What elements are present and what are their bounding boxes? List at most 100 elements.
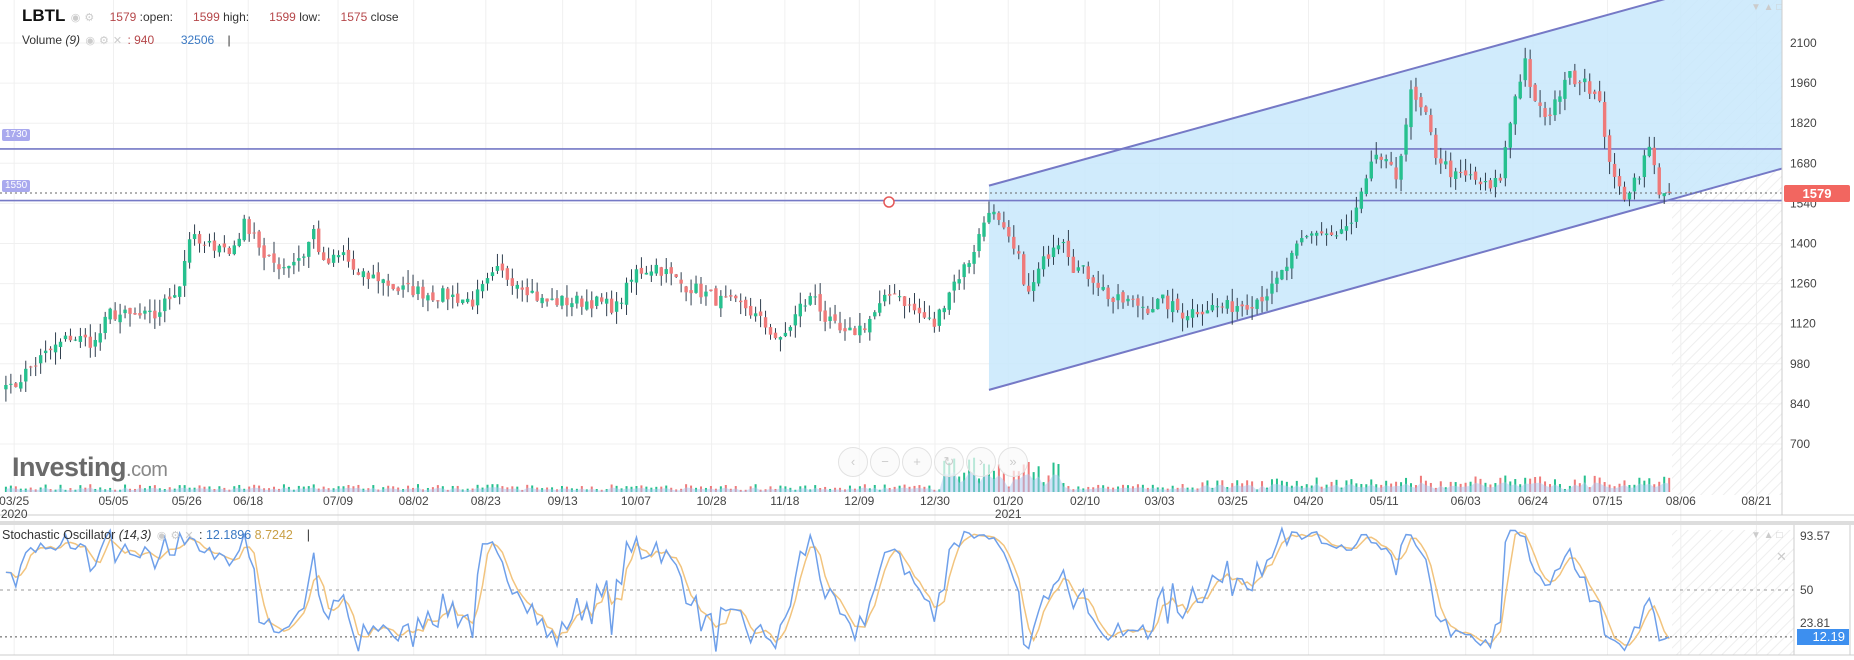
candle-body (376, 272, 380, 282)
candle-body (168, 296, 172, 300)
candle-body (108, 308, 112, 320)
panel-controls[interactable]: ▼ ▲ □ (1751, 2, 1782, 13)
zoom-in-button[interactable]: + (902, 447, 932, 477)
candle-body (1503, 147, 1508, 179)
candle-body (1086, 266, 1090, 280)
candle-body (1483, 181, 1488, 183)
level-badge-1730[interactable]: 1730 (2, 129, 31, 141)
candle-body (282, 267, 286, 269)
candle-body (629, 279, 634, 282)
candle-body (1151, 309, 1155, 313)
candle-body (689, 290, 693, 294)
go-latest-button[interactable]: » (998, 447, 1028, 477)
candle-body (649, 271, 654, 276)
gear-icon[interactable]: ⚙ (170, 530, 180, 542)
candle-body (1126, 298, 1130, 302)
candle-body (555, 298, 559, 306)
candle-body (1449, 160, 1453, 178)
candle-body (1026, 285, 1031, 292)
candle-body (421, 286, 425, 299)
candle-body (326, 258, 331, 264)
candle-body (207, 240, 212, 243)
candle-body (29, 366, 33, 368)
candle-body (748, 305, 753, 316)
panel-separator[interactable] (0, 521, 1854, 525)
candle-body (540, 297, 544, 304)
date-tick: 12/09 (844, 494, 874, 508)
osc-panel-controls[interactable]: ▼ ▲ □ (1751, 530, 1782, 541)
high-label: high: (223, 10, 250, 24)
candle-body (863, 328, 867, 331)
close-value: 1575 (340, 10, 368, 24)
osc-close-icon[interactable]: ✕ (1776, 549, 1787, 565)
eye-icon[interactable]: ◉ (157, 530, 167, 542)
candle-body (714, 288, 718, 306)
candle-body (411, 286, 415, 296)
candle-body (1538, 102, 1542, 106)
candle-body (1334, 235, 1339, 237)
candle-body (917, 307, 922, 314)
candle-body (1553, 99, 1557, 116)
date-tick: 05/11 (1370, 494, 1399, 508)
price-axis[interactable]: 2100196018201680154014001260112098084070… (1790, 36, 1817, 451)
candle-body (530, 290, 534, 293)
date-axis[interactable]: 03/25 05/05 05/26 06/18 07/09 08/02 08/23 09/13… (0, 494, 1772, 521)
reset-button[interactable]: ↻ (934, 447, 964, 477)
candle-body (187, 239, 192, 263)
volume-param: (9) (65, 33, 81, 47)
candle-body (1195, 311, 1200, 315)
candle-body (1290, 252, 1294, 269)
candle-body (302, 256, 306, 258)
zoom-out-button[interactable]: − (870, 447, 900, 477)
candle-body (495, 266, 500, 271)
candle-body (783, 332, 788, 337)
scroll-left-button[interactable]: ‹ (838, 447, 868, 477)
candle-body (1324, 233, 1329, 236)
candle-body (1558, 96, 1562, 102)
candle-body (336, 255, 341, 258)
osc-k-value: 12.1896 (205, 528, 252, 542)
candle-body (1210, 304, 1215, 311)
candle-body (1314, 232, 1319, 236)
candle-body (1081, 265, 1086, 267)
drawing-anchor-handle[interactable] (883, 196, 895, 208)
logo-main: Investing (12, 452, 127, 482)
gear-icon[interactable]: ⚙ (84, 12, 94, 24)
candle-body (1225, 300, 1229, 309)
date-tick: 03/25 (0, 494, 30, 508)
candle-body (1488, 180, 1493, 189)
candle-body (1339, 229, 1344, 234)
candle-body (470, 299, 475, 307)
candle-body (1414, 86, 1418, 100)
price-tick: 1260 (1790, 277, 1817, 291)
eye-icon[interactable]: ◉ (71, 12, 81, 24)
candle-body (24, 368, 28, 382)
date-tick: 08/06 (1666, 494, 1696, 508)
date-tick: 08/23 (471, 494, 501, 508)
price-tick: 1120 (1790, 317, 1816, 331)
date-tick: 04/20 (1293, 494, 1323, 508)
date-tick: 08/21 (1741, 494, 1771, 508)
scroll-right-button[interactable]: › (966, 447, 996, 477)
candle-body (1384, 159, 1388, 162)
candle-body (1568, 71, 1572, 78)
candle-body (803, 305, 807, 307)
candle-body (371, 274, 376, 279)
candle-body (843, 328, 847, 332)
level-badge-1550[interactable]: 1550 (2, 180, 31, 192)
candle-body (312, 228, 316, 240)
candle-body (38, 355, 43, 364)
candle-body (505, 268, 510, 280)
close-icon[interactable]: ✕ (184, 530, 193, 542)
gear-icon[interactable]: ⚙ (99, 35, 109, 47)
eye-icon[interactable]: ◉ (85, 35, 95, 47)
candle-body (1563, 79, 1567, 99)
drawings[interactable] (0, 0, 1783, 391)
candle-body (182, 260, 187, 286)
candle-body (4, 384, 8, 390)
osc-axis[interactable]: 93.57 50 23.81 (1800, 529, 1830, 630)
close-icon[interactable]: ✕ (113, 35, 122, 47)
candle-body (952, 281, 956, 291)
price-chart[interactable]: 2100196018201680154014001260112098084070… (0, 0, 1854, 660)
date-tick: 06/18 (233, 494, 263, 508)
